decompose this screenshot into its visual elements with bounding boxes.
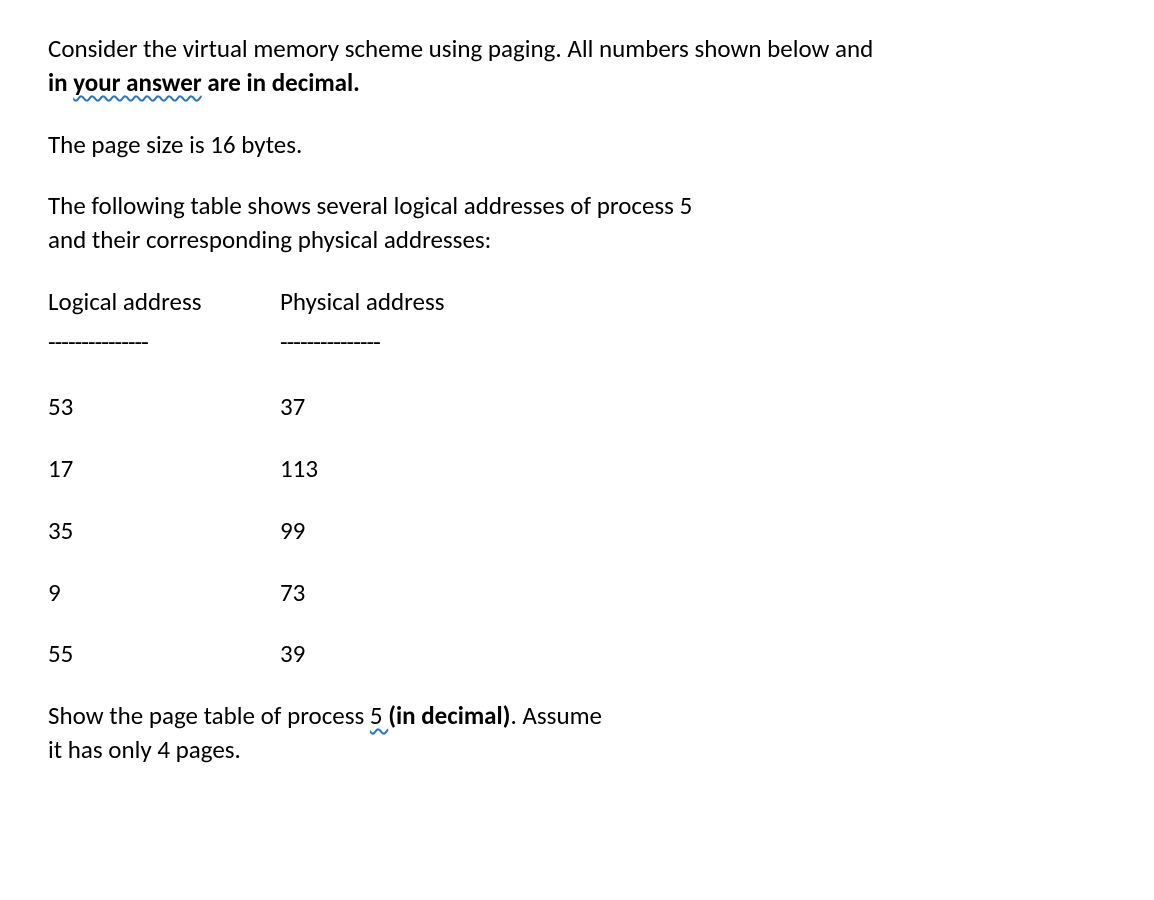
table-header-row: Logical address Physical address [48, 285, 1106, 319]
table-row: 9 73 [48, 576, 1106, 610]
table-body: 53 37 17 113 35 99 9 73 55 39 [48, 390, 1106, 671]
table-row: 35 99 [48, 514, 1106, 548]
table-row: 17 113 [48, 452, 1106, 486]
intro-paragraph: Consider the virtual memory scheme using… [48, 32, 1106, 100]
cell-logical: 53 [48, 390, 248, 424]
cell-logical: 17 [48, 452, 248, 486]
dash-physical: --------------- [280, 325, 500, 359]
cell-logical: 35 [48, 514, 248, 548]
header-physical: Physical address [280, 285, 500, 319]
closing-underlined: 5 [370, 700, 388, 731]
closing-line2: it has only 4 pages. [48, 734, 241, 765]
table-intro-line2: and their corresponding physical address… [48, 224, 491, 255]
cell-physical: 113 [280, 452, 500, 486]
intro-line2a: in [48, 67, 73, 98]
closing-d: . Assume [510, 700, 602, 731]
dash-logical: --------------- [48, 325, 248, 359]
page-size-line: The page size is 16 bytes. [48, 128, 1106, 162]
cell-physical: 39 [280, 637, 500, 671]
table-row: 53 37 [48, 390, 1106, 424]
closing-bold: (in decimal) [388, 700, 510, 731]
cell-logical: 9 [48, 576, 248, 610]
table-intro-line1: The following table shows several logica… [48, 190, 692, 221]
intro-line1: Consider the virtual memory scheme using… [48, 33, 873, 64]
address-table: Logical address Physical address -------… [48, 285, 1106, 671]
cell-physical: 99 [280, 514, 500, 548]
closing-a: Show the page table of process [48, 700, 370, 731]
table-intro: The following table shows several logica… [48, 189, 1106, 257]
closing-paragraph: Show the page table of process 5 (in dec… [48, 699, 1106, 767]
table-row: 55 39 [48, 637, 1106, 671]
header-dashes: --------------- --------------- [48, 325, 1106, 359]
cell-logical: 55 [48, 637, 248, 671]
intro-underlined-phrase: your answer [73, 67, 201, 98]
cell-physical: 37 [280, 390, 500, 424]
header-logical: Logical address [48, 285, 248, 319]
intro-line2c: are in decimal. [202, 67, 360, 98]
cell-physical: 73 [280, 576, 500, 610]
